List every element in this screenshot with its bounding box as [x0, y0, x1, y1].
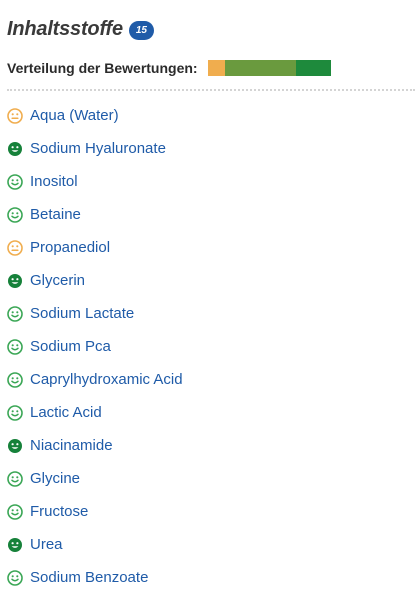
distribution-segment-very-good [296, 60, 331, 76]
ingredient-link[interactable]: Sodium Benzoate [30, 569, 148, 586]
ingredient-link[interactable]: Glycine [30, 470, 80, 487]
smiley-face-icon [7, 173, 23, 190]
ingredient-item: Sodium Pca [7, 330, 183, 363]
smiley-face-icon [7, 338, 23, 355]
ingredient-list: Aqua (Water) Sodium Hyaluronate Inositol Be… [7, 99, 183, 594]
ingredient-item: Fructose [7, 495, 183, 528]
ingredient-link[interactable]: Sodium Pca [30, 338, 111, 355]
ingredient-count-badge: 15 [128, 21, 154, 40]
ingredient-item: Aqua (Water) [7, 99, 183, 132]
ingredient-link[interactable]: Caprylhydroxamic Acid [30, 371, 183, 388]
ingredient-item: Sodium Benzoate [7, 561, 183, 594]
section-title: Inhaltsstoffe [7, 18, 123, 40]
smiley-face-icon [7, 470, 23, 487]
ingredient-item: Sodium Lactate [7, 297, 183, 330]
ingredient-item: Lactic Acid [7, 396, 183, 429]
section-header: Inhaltsstoffe 15 [7, 18, 154, 41]
neutral-face-icon [7, 107, 23, 124]
ingredient-item: Glycine [7, 462, 183, 495]
ingredient-item: Sodium Hyaluronate [7, 132, 183, 165]
rating-distribution: Verteilung der Bewertungen: [7, 60, 331, 76]
ingredient-link[interactable]: Aqua (Water) [30, 107, 119, 124]
ingredient-link[interactable]: Sodium Lactate [30, 305, 134, 322]
distribution-segment-good [224, 60, 297, 76]
ingredient-item: Niacinamide [7, 429, 183, 462]
ingredient-link[interactable]: Sodium Hyaluronate [30, 140, 166, 157]
ingredient-item: Glycerin [7, 264, 183, 297]
ingredient-link[interactable]: Propanediol [30, 239, 110, 256]
rating-distribution-bar [207, 60, 331, 76]
smiley-face-icon [7, 503, 23, 520]
smiley-face-icon [7, 305, 23, 322]
ingredient-link[interactable]: Fructose [30, 503, 88, 520]
ingredient-link[interactable]: Urea [30, 536, 63, 553]
ingredient-link[interactable]: Glycerin [30, 272, 85, 289]
smiley-face-icon [7, 537, 23, 553]
ingredient-link[interactable]: Niacinamide [30, 437, 113, 454]
ingredient-item: Caprylhydroxamic Acid [7, 363, 183, 396]
ingredient-item: Inositol [7, 165, 183, 198]
ingredient-link[interactable]: Betaine [30, 206, 81, 223]
smiley-face-icon [7, 438, 23, 454]
ingredient-item: Urea [7, 528, 183, 561]
ingredient-item: Betaine [7, 198, 183, 231]
smiley-face-icon [7, 141, 23, 157]
ingredient-link[interactable]: Inositol [30, 173, 78, 190]
distribution-segment-neutral [207, 60, 225, 76]
ingredient-link[interactable]: Lactic Acid [30, 404, 102, 421]
smiley-face-icon [7, 569, 23, 586]
smiley-face-icon [7, 273, 23, 289]
ingredient-item: Propanediol [7, 231, 183, 264]
smiley-face-icon [7, 206, 23, 223]
dotted-divider [7, 89, 415, 91]
neutral-face-icon [7, 239, 23, 256]
smiley-face-icon [7, 404, 23, 421]
smiley-face-icon [7, 371, 23, 388]
rating-distribution-label: Verteilung der Bewertungen: [7, 60, 198, 76]
